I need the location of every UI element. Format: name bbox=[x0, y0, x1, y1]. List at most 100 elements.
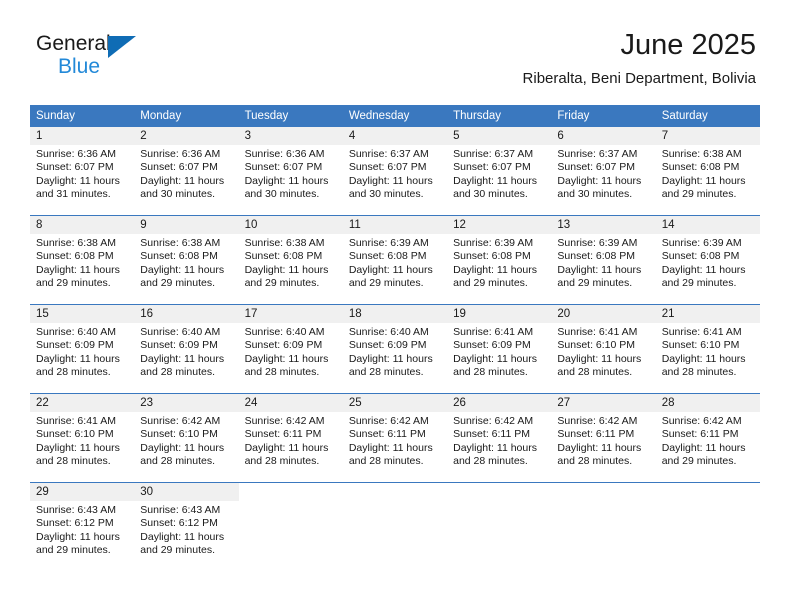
daylight-text-line2: and 30 minutes. bbox=[140, 188, 215, 201]
daylight-text-line2: and 29 minutes. bbox=[36, 544, 111, 557]
calendar-cell: 14 Sunrise: 6:39 AM Sunset: 6:08 PM Dayligh… bbox=[655, 215, 760, 304]
day-details: Sunrise: 6:40 AM Sunset: 6:09 PM Daylight:… bbox=[343, 323, 447, 380]
sunrise-text: Sunrise: 6:38 AM bbox=[36, 237, 116, 249]
calendar-cell: 24 Sunrise: 6:42 AM Sunset: 6:11 PM Dayligh… bbox=[238, 393, 343, 482]
daylight-text-line2: and 28 minutes. bbox=[453, 366, 528, 379]
calendar-day[interactable]: 7 Sunrise: 6:38 AM Sunset: 6:08 PM Daylight… bbox=[655, 126, 760, 215]
calendar-day[interactable]: 20 Sunrise: 6:41 AM Sunset: 6:10 PM Dayligh… bbox=[551, 304, 656, 393]
calendar-day-empty bbox=[342, 482, 448, 571]
day-details: Sunrise: 6:37 AM Sunset: 6:07 PM Daylight:… bbox=[447, 145, 551, 202]
calendar-day[interactable]: 4 Sunrise: 6:37 AM Sunset: 6:07 PM Daylight… bbox=[342, 126, 448, 215]
calendar-day[interactable]: 30 Sunrise: 6:43 AM Sunset: 6:12 PM Dayligh… bbox=[134, 482, 239, 571]
logo-generalblue[interactable]: General Blue bbox=[36, 32, 216, 82]
calendar-day[interactable]: 2 Sunrise: 6:36 AM Sunset: 6:07 PM Daylight… bbox=[134, 126, 239, 215]
calendar-day[interactable]: 17 Sunrise: 6:40 AM Sunset: 6:09 PM Dayligh… bbox=[238, 304, 343, 393]
sunrise-text: Sunrise: 6:37 AM bbox=[557, 148, 638, 160]
day-number: 21 bbox=[655, 305, 760, 323]
day-number: 29 bbox=[30, 483, 135, 501]
sunrise-text: Sunrise: 6:36 AM bbox=[36, 148, 116, 160]
day-number: 1 bbox=[30, 127, 135, 145]
sunrise-text: Sunrise: 6:38 AM bbox=[140, 237, 221, 249]
day-number: 7 bbox=[655, 127, 760, 145]
sunrise-text: Sunrise: 6:43 AM bbox=[140, 504, 221, 516]
calendar-cell: 8 Sunrise: 6:38 AM Sunset: 6:08 PM Daylight… bbox=[30, 215, 135, 304]
daylight-text-line2: and 29 minutes. bbox=[140, 544, 215, 557]
calendar-day[interactable]: 19 Sunrise: 6:41 AM Sunset: 6:09 PM Dayligh… bbox=[447, 304, 552, 393]
sunrise-text: Sunrise: 6:42 AM bbox=[661, 415, 742, 427]
calendar-table: Sunday Monday Tuesday Wednesday Thursday… bbox=[30, 105, 760, 571]
day-details: Sunrise: 6:41 AM Sunset: 6:10 PM Daylight:… bbox=[551, 323, 655, 380]
day-number bbox=[447, 483, 551, 501]
calendar-day[interactable]: 27 Sunrise: 6:42 AM Sunset: 6:11 PM Dayligh… bbox=[551, 393, 656, 482]
calendar-day[interactable]: 22 Sunrise: 6:41 AM Sunset: 6:10 PM Dayligh… bbox=[30, 393, 135, 482]
calendar-day[interactable]: 26 Sunrise: 6:42 AM Sunset: 6:11 PM Dayligh… bbox=[447, 393, 552, 482]
calendar-day[interactable]: 8 Sunrise: 6:38 AM Sunset: 6:08 PM Daylight… bbox=[30, 215, 135, 304]
day-details bbox=[551, 501, 655, 504]
daylight-text-line1: Daylight: 11 hours bbox=[661, 263, 746, 276]
logo-triangle-icon bbox=[108, 36, 136, 58]
calendar-day[interactable]: 6 Sunrise: 6:37 AM Sunset: 6:07 PM Daylight… bbox=[551, 126, 656, 215]
calendar-week-row: 15 Sunrise: 6:40 AM Sunset: 6:09 PM Dayligh… bbox=[30, 304, 760, 393]
calendar-day[interactable]: 5 Sunrise: 6:37 AM Sunset: 6:07 PM Daylight… bbox=[447, 126, 552, 215]
sunrise-text: Sunrise: 6:39 AM bbox=[661, 237, 742, 249]
calendar-day[interactable]: 9 Sunrise: 6:38 AM Sunset: 6:08 PM Daylight… bbox=[134, 215, 239, 304]
sunset-text: Sunset: 6:12 PM bbox=[36, 517, 114, 530]
day-number: 28 bbox=[655, 394, 760, 412]
sunset-text: Sunset: 6:08 PM bbox=[348, 250, 427, 263]
sunrise-text: Sunrise: 6:41 AM bbox=[557, 326, 638, 338]
calendar-day[interactable]: 24 Sunrise: 6:42 AM Sunset: 6:11 PM Dayligh… bbox=[238, 393, 343, 482]
calendar-cell: 4 Sunrise: 6:37 AM Sunset: 6:07 PM Daylight… bbox=[342, 126, 448, 215]
calendar-cell: 22 Sunrise: 6:41 AM Sunset: 6:10 PM Dayligh… bbox=[30, 393, 135, 482]
sunset-text: Sunset: 6:09 PM bbox=[244, 339, 323, 352]
sunset-text: Sunset: 6:08 PM bbox=[453, 250, 531, 263]
day-number: 3 bbox=[238, 127, 343, 145]
sunrise-text: Sunrise: 6:36 AM bbox=[244, 148, 325, 160]
sunset-text: Sunset: 6:07 PM bbox=[36, 161, 114, 174]
day-details: Sunrise: 6:40 AM Sunset: 6:09 PM Daylight:… bbox=[134, 323, 238, 380]
sunrise-text: Sunrise: 6:40 AM bbox=[36, 326, 116, 338]
calendar-cell: 9 Sunrise: 6:38 AM Sunset: 6:08 PM Daylight… bbox=[134, 215, 239, 304]
daylight-text-line1: Daylight: 11 hours bbox=[453, 441, 537, 454]
calendar-day[interactable]: 11 Sunrise: 6:39 AM Sunset: 6:08 PM Dayligh… bbox=[342, 215, 448, 304]
calendar-day[interactable]: 29 Sunrise: 6:43 AM Sunset: 6:12 PM Dayligh… bbox=[30, 482, 135, 571]
day-number: 13 bbox=[551, 216, 656, 234]
calendar-day[interactable]: 14 Sunrise: 6:39 AM Sunset: 6:08 PM Dayligh… bbox=[655, 215, 760, 304]
daylight-text-line2: and 28 minutes. bbox=[244, 455, 320, 468]
sunset-text: Sunset: 6:09 PM bbox=[348, 339, 427, 352]
calendar-cell bbox=[238, 482, 343, 571]
calendar-day[interactable]: 18 Sunrise: 6:40 AM Sunset: 6:09 PM Dayligh… bbox=[342, 304, 448, 393]
day-number: 26 bbox=[447, 394, 552, 412]
calendar-day[interactable]: 13 Sunrise: 6:39 AM Sunset: 6:08 PM Dayligh… bbox=[551, 215, 656, 304]
weekday-header-sunday: Sunday bbox=[30, 105, 135, 126]
calendar-cell: 3 Sunrise: 6:36 AM Sunset: 6:07 PM Daylight… bbox=[238, 126, 343, 215]
calendar-day[interactable]: 28 Sunrise: 6:42 AM Sunset: 6:11 PM Dayligh… bbox=[655, 393, 760, 482]
day-details: Sunrise: 6:40 AM Sunset: 6:09 PM Daylight:… bbox=[239, 323, 343, 380]
calendar-day[interactable]: 23 Sunrise: 6:42 AM Sunset: 6:10 PM Dayligh… bbox=[134, 393, 239, 482]
daylight-text-line2: and 29 minutes. bbox=[661, 455, 737, 468]
calendar-cell: 15 Sunrise: 6:40 AM Sunset: 6:09 PM Dayligh… bbox=[30, 304, 135, 393]
calendar-cell: 23 Sunrise: 6:42 AM Sunset: 6:10 PM Dayligh… bbox=[134, 393, 239, 482]
day-number: 10 bbox=[238, 216, 343, 234]
calendar-page: General Blue June 2025 Riberalta, Beni D… bbox=[0, 0, 792, 612]
calendar-day[interactable]: 12 Sunrise: 6:39 AM Sunset: 6:08 PM Dayligh… bbox=[447, 215, 552, 304]
calendar-week-row: 22 Sunrise: 6:41 AM Sunset: 6:10 PM Dayligh… bbox=[30, 393, 760, 482]
calendar-cell bbox=[655, 482, 760, 571]
calendar-day[interactable]: 21 Sunrise: 6:41 AM Sunset: 6:10 PM Dayligh… bbox=[655, 304, 760, 393]
daylight-text-line2: and 28 minutes. bbox=[140, 455, 215, 468]
sunrise-text: Sunrise: 6:37 AM bbox=[348, 148, 429, 160]
calendar-cell: 28 Sunrise: 6:42 AM Sunset: 6:11 PM Dayligh… bbox=[655, 393, 760, 482]
daylight-text-line2: and 30 minutes. bbox=[348, 188, 424, 201]
calendar-day[interactable]: 3 Sunrise: 6:36 AM Sunset: 6:07 PM Daylight… bbox=[238, 126, 343, 215]
daylight-text-line1: Daylight: 11 hours bbox=[140, 352, 225, 365]
daylight-text-line1: Daylight: 11 hours bbox=[140, 441, 225, 454]
day-details: Sunrise: 6:38 AM Sunset: 6:08 PM Daylight:… bbox=[30, 234, 134, 291]
calendar-day[interactable]: 10 Sunrise: 6:38 AM Sunset: 6:08 PM Dayligh… bbox=[238, 215, 343, 304]
day-details: Sunrise: 6:36 AM Sunset: 6:07 PM Daylight:… bbox=[239, 145, 343, 202]
day-details: Sunrise: 6:39 AM Sunset: 6:08 PM Daylight:… bbox=[656, 234, 760, 291]
calendar-day[interactable]: 1 Sunrise: 6:36 AM Sunset: 6:07 PM Daylight… bbox=[30, 126, 135, 215]
day-details: Sunrise: 6:42 AM Sunset: 6:11 PM Daylight:… bbox=[656, 412, 760, 469]
calendar-day[interactable]: 15 Sunrise: 6:40 AM Sunset: 6:09 PM Dayligh… bbox=[30, 304, 135, 393]
sunrise-text: Sunrise: 6:40 AM bbox=[140, 326, 221, 338]
calendar-day[interactable]: 16 Sunrise: 6:40 AM Sunset: 6:09 PM Dayligh… bbox=[134, 304, 239, 393]
calendar-day[interactable]: 25 Sunrise: 6:42 AM Sunset: 6:11 PM Dayligh… bbox=[342, 393, 448, 482]
